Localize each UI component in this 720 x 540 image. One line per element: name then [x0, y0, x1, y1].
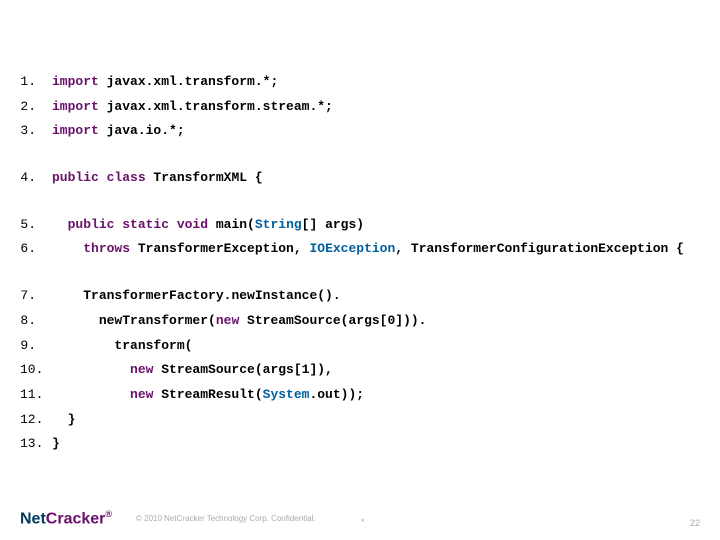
line-number: 13. [20, 432, 52, 457]
code-line: 5. public static void main(String[] args… [20, 213, 700, 238]
token-kw: import [52, 123, 99, 138]
line-number: 2. [20, 95, 52, 120]
code-content: TransformerFactory.newInstance(). [52, 284, 341, 309]
line-number: 5. [20, 213, 52, 238]
code-line: 6. throws TransformerException, IOExcept… [20, 237, 700, 262]
code-content: import java.io.*; [52, 119, 185, 144]
code-line: 9. transform( [20, 334, 700, 359]
line-number: 1. [20, 70, 52, 95]
logo-net: Net [20, 510, 46, 527]
copyright-text: © 2010 NetCracker Technology Corp. Confi… [136, 514, 316, 523]
token-plain: StreamSource(args[1]), [153, 362, 332, 377]
token-cls: System [263, 387, 310, 402]
line-number: 11. [20, 383, 52, 408]
token-kw: public static void [68, 217, 208, 232]
token-plain: TransformXML { [146, 170, 263, 185]
code-line: 11. new StreamResult(System.out)); [20, 383, 700, 408]
code-line: 7. TransformerFactory.newInstance(). [20, 284, 700, 309]
token-kw: new [130, 362, 153, 377]
code-listing: 1.import javax.xml.transform.*;2.import … [0, 0, 720, 457]
code-content: } [52, 432, 60, 457]
token-plain: } [52, 436, 60, 451]
line-number: 6. [20, 237, 52, 262]
line-number: 4. [20, 166, 52, 191]
code-content: transform( [52, 334, 192, 359]
token-plain: javax.xml.transform.*; [99, 74, 278, 89]
code-line: 2.import javax.xml.transform.stream.*; [20, 95, 700, 120]
line-number: 7. [20, 284, 52, 309]
code-line: 8. newTransformer(new StreamSource(args[… [20, 309, 700, 334]
blank-line [20, 262, 700, 284]
code-line: 1.import javax.xml.transform.*; [20, 70, 700, 95]
code-content: new StreamResult(System.out)); [52, 383, 364, 408]
code-content: import javax.xml.transform.*; [52, 70, 278, 95]
code-content: newTransformer(new StreamSource(args[0])… [52, 309, 426, 334]
blank-line [20, 191, 700, 213]
token-kw: import [52, 99, 99, 114]
code-line: 13.} [20, 432, 700, 457]
line-number: 10. [20, 358, 52, 383]
code-content: new StreamSource(args[1]), [52, 358, 333, 383]
token-plain: TransformerException, [130, 241, 309, 256]
token-plain: transform( [114, 338, 192, 353]
token-kw: public class [52, 170, 146, 185]
code-content: import javax.xml.transform.stream.*; [52, 95, 333, 120]
code-content: public class TransformXML { [52, 166, 263, 191]
token-plain: java.io.*; [99, 123, 185, 138]
token-plain: StreamSource(args[0])). [239, 313, 426, 328]
token-plain: .out)); [309, 387, 364, 402]
line-number: 8. [20, 309, 52, 334]
code-line: 12. } [20, 408, 700, 433]
token-kw: new [216, 313, 239, 328]
token-plain: newTransformer( [99, 313, 216, 328]
token-plain: TransformerFactory.newInstance(). [83, 288, 340, 303]
code-content: } [52, 408, 75, 433]
token-plain: , TransformerConfigurationException { [395, 241, 684, 256]
token-kw: new [130, 387, 153, 402]
code-content: throws TransformerException, IOException… [52, 237, 684, 262]
token-plain: main( [208, 217, 255, 232]
line-number: 9. [20, 334, 52, 359]
footer-asterisk: * [360, 518, 365, 528]
token-plain: javax.xml.transform.stream.*; [99, 99, 333, 114]
line-number: 12. [20, 408, 52, 433]
token-cls: IOException [309, 241, 395, 256]
line-number: 3. [20, 119, 52, 144]
token-plain: StreamResult( [153, 387, 262, 402]
token-cls: String [255, 217, 302, 232]
token-plain: [] args) [302, 217, 364, 232]
code-content: public static void main(String[] args) [52, 213, 364, 238]
page-number: 22 [690, 518, 700, 528]
netcracker-logo: NetCracker® [20, 509, 112, 528]
blank-line [20, 144, 700, 166]
token-plain: } [68, 412, 76, 427]
code-line: 4.public class TransformXML { [20, 166, 700, 191]
logo-cracker: Cracker [46, 510, 106, 527]
logo-registered: ® [105, 509, 112, 519]
code-line: 10. new StreamSource(args[1]), [20, 358, 700, 383]
token-kw: import [52, 74, 99, 89]
code-line: 3.import java.io.*; [20, 119, 700, 144]
token-kw: throws [83, 241, 130, 256]
